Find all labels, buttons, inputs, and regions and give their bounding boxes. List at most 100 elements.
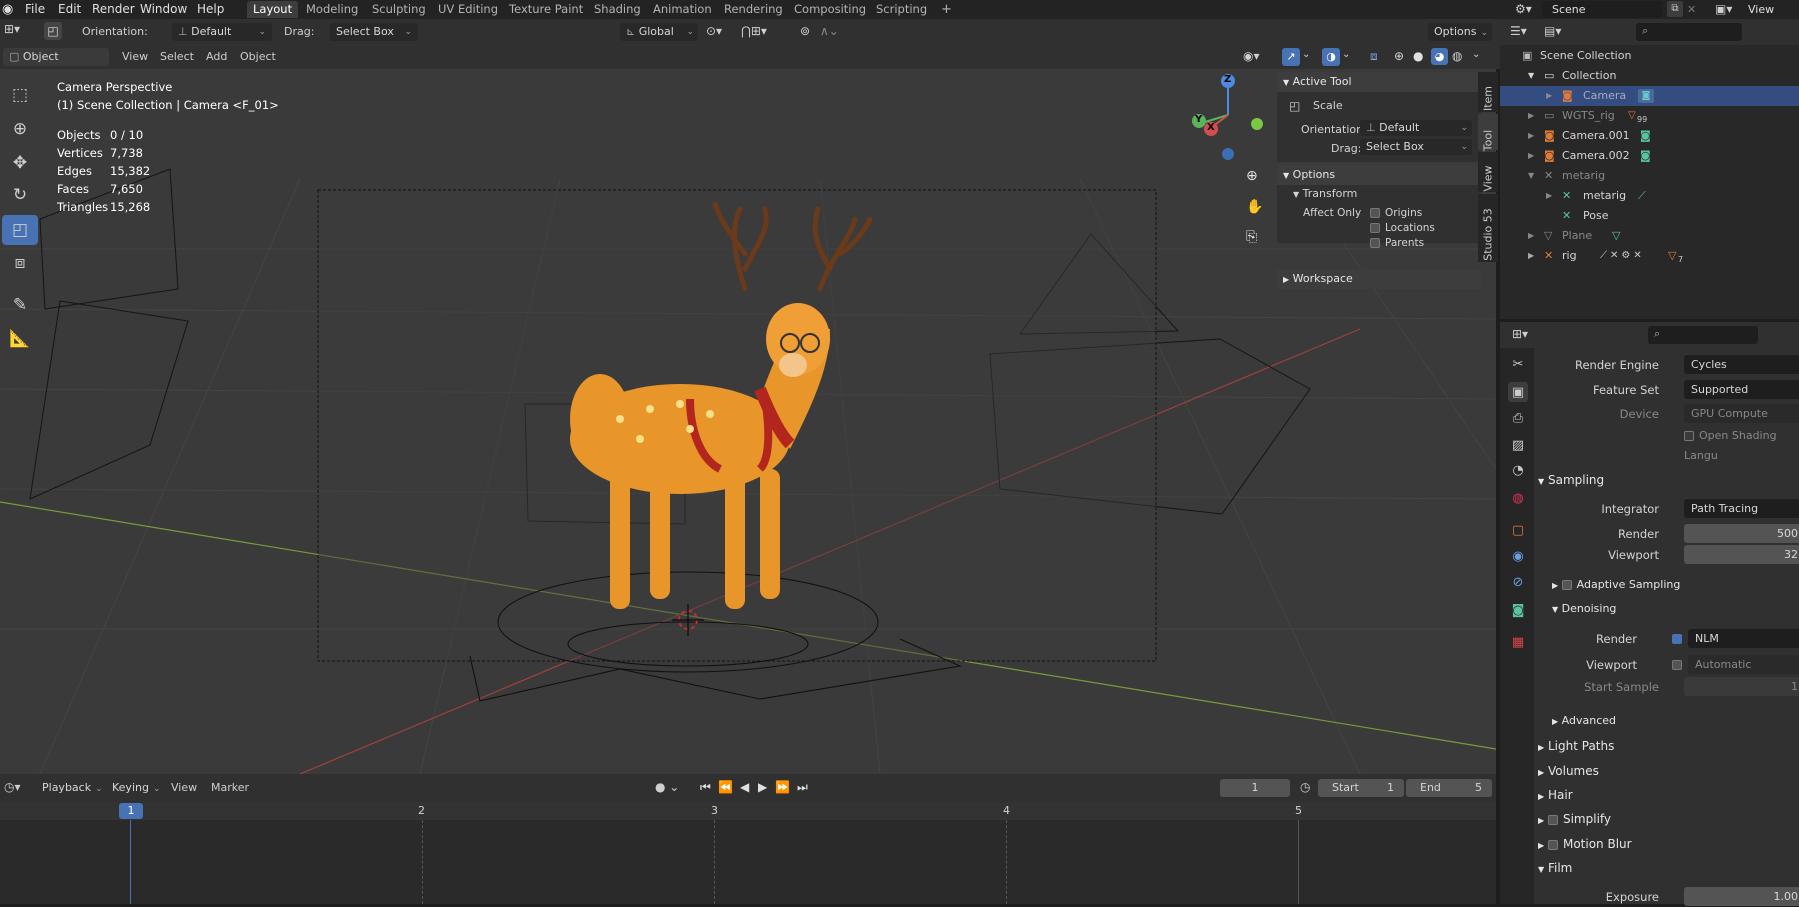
cursor-tool-icon[interactable]: ⊕: [2, 114, 38, 144]
menu-view[interactable]: View: [122, 48, 148, 66]
timeline-area[interactable]: 1 2 3 4 5: [0, 802, 1496, 904]
tab-animation[interactable]: Animation: [647, 1, 718, 18]
timeline-marker-menu[interactable]: Marker: [211, 779, 249, 797]
menu-object[interactable]: Object: [240, 48, 276, 66]
jump-end-icon[interactable]: ⏭: [797, 780, 808, 795]
osl-row[interactable]: Open Shading Langu: [1540, 426, 1799, 462]
list-item[interactable]: ▼ ✕ metarig: [1500, 166, 1799, 186]
record-icon[interactable]: ● ⌄: [655, 780, 679, 794]
prev-keyframe-icon[interactable]: ⏪: [718, 780, 733, 794]
list-item[interactable]: ▶ ◙ Camera.002 ◙: [1500, 146, 1799, 166]
output-props-icon[interactable]: ⎙: [1508, 408, 1528, 428]
tab-uv-editing[interactable]: UV Editing: [432, 1, 504, 18]
menu-select[interactable]: Select: [160, 48, 194, 66]
keying-menu[interactable]: Keying ⌄: [106, 779, 164, 797]
workspace-header[interactable]: ▶ Workspace: [1277, 269, 1481, 289]
pivot-point-icon[interactable]: ⊙▾: [706, 24, 722, 38]
film-header[interactable]: ▼ Film: [1538, 857, 1572, 879]
object-props-icon[interactable]: ▢: [1508, 520, 1528, 540]
tab-shading[interactable]: Shading: [588, 1, 647, 18]
gizmo-toggle-icon[interactable]: ↗: [1282, 48, 1300, 66]
overlay-dropdown-icon[interactable]: ⌄: [1342, 49, 1350, 60]
device-dropdown[interactable]: GPU Compute: [1684, 404, 1799, 423]
tab-tool[interactable]: Tool: [1478, 114, 1498, 151]
outliner-type-icon[interactable]: ☰▾: [1510, 24, 1527, 38]
denoise-render-dropdown[interactable]: NLM: [1688, 629, 1799, 648]
tab-texture-paint[interactable]: Texture Paint: [503, 1, 589, 18]
navigation-gizmo[interactable]: [1192, 74, 1263, 160]
view-layer-props-icon[interactable]: ▨: [1508, 435, 1528, 455]
motion-blur-header[interactable]: ▶ Motion Blur: [1538, 833, 1632, 855]
list-item[interactable]: ▶ ▽ Plane ▽: [1500, 226, 1799, 246]
editor-type-icon[interactable]: ⊞▾: [4, 22, 20, 36]
options-dropdown[interactable]: Options ⌄: [1428, 23, 1492, 41]
transform-orientation-dropdown[interactable]: ⊾ Global ⌄: [620, 23, 698, 41]
denoise-viewport-checkbox[interactable]: [1672, 660, 1682, 670]
volumes-header[interactable]: ▶ Volumes: [1538, 760, 1599, 782]
menu-render[interactable]: Render: [92, 1, 135, 18]
exposure-field[interactable]: 1.00: [1684, 887, 1799, 906]
origins-checkbox[interactable]: Origins: [1370, 207, 1422, 219]
transform-subheader[interactable]: ▼ Transform: [1293, 187, 1357, 200]
xray-icon[interactable]: ⧈: [1370, 49, 1378, 64]
menu-help[interactable]: Help: [197, 1, 224, 18]
scale-tool-icon[interactable]: ◰: [44, 22, 62, 40]
pan-hand-icon[interactable]: ✋: [1246, 199, 1263, 215]
timeline-ruler[interactable]: [0, 802, 1496, 820]
tab-modeling[interactable]: Modeling: [300, 1, 364, 18]
properties-search-field[interactable]: [1648, 326, 1758, 344]
wireframe-shading-icon[interactable]: ⊕: [1394, 49, 1404, 63]
np-drag-dropdown[interactable]: Select Box ⌄: [1360, 139, 1472, 155]
measure-tool-icon[interactable]: 📐: [2, 324, 38, 354]
rendered-shading-icon[interactable]: ◍: [1452, 49, 1462, 63]
menu-window[interactable]: Window: [140, 1, 187, 18]
3d-viewport[interactable]: Z Y X ⊕ ✋ ⎘ Camera Perspective (1) Scene…: [0, 69, 1496, 774]
move-tool-icon[interactable]: ✥: [2, 148, 38, 178]
tab-view[interactable]: View: [1478, 152, 1498, 192]
hair-header[interactable]: ▶ Hair: [1538, 784, 1573, 806]
advanced-header[interactable]: ▶ Advanced: [1552, 710, 1616, 732]
list-item[interactable]: ▣ Scene Collection: [1500, 46, 1799, 66]
tab-layout[interactable]: Layout: [247, 1, 299, 18]
texture-props-icon[interactable]: ▦: [1508, 632, 1528, 652]
annotate-tool-icon[interactable]: ✎: [2, 290, 38, 320]
list-item[interactable]: ✕ Pose: [1500, 206, 1799, 226]
snap-icon[interactable]: ⋂⊞▾: [741, 24, 767, 38]
options-header[interactable]: ▼ Options: [1277, 165, 1481, 185]
render-engine-dropdown[interactable]: Cycles: [1684, 355, 1799, 374]
play-icon[interactable]: ▶: [758, 780, 767, 794]
new-scene-icon[interactable]: ⧉: [1667, 1, 1683, 17]
rotate-tool-icon[interactable]: ↻: [2, 180, 38, 210]
light-paths-header[interactable]: ▶ Light Paths: [1538, 735, 1614, 757]
next-keyframe-icon[interactable]: ⏩: [775, 780, 790, 794]
remove-scene-icon[interactable]: ✕: [1687, 1, 1696, 18]
world-props-icon[interactable]: ◍: [1508, 488, 1528, 508]
denoise-viewport-dropdown[interactable]: Automatic: [1688, 655, 1799, 674]
drag-dropdown[interactable]: Select Box ⌄: [330, 23, 418, 41]
menu-add[interactable]: Add: [206, 48, 227, 66]
proportional-edit-icon[interactable]: ⊚: [800, 24, 810, 38]
end-frame-field[interactable]: End 5: [1406, 779, 1492, 797]
active-tool-header[interactable]: ▼ Active Tool: [1277, 72, 1481, 92]
adaptive-sampling-header[interactable]: ▶ Adaptive Sampling: [1552, 574, 1680, 596]
menu-file[interactable]: File: [25, 1, 45, 18]
tab-scripting[interactable]: Scripting: [870, 1, 933, 18]
scene-props-icon[interactable]: ◔: [1508, 460, 1528, 480]
add-workspace-icon[interactable]: +: [935, 1, 958, 18]
render-samples-field[interactable]: 500: [1684, 524, 1799, 543]
start-frame-field[interactable]: Start 1: [1318, 779, 1404, 797]
scene-selector-icon[interactable]: ⚙▾: [1515, 0, 1532, 19]
solid-shading-icon[interactable]: ●: [1413, 49, 1423, 63]
scale-tool-icon[interactable]: ◰: [2, 215, 38, 245]
feature-set-dropdown[interactable]: Supported: [1684, 380, 1799, 399]
orientation-dropdown[interactable]: ⊥ Default ⌄: [172, 23, 272, 41]
locations-checkbox[interactable]: Locations: [1370, 222, 1435, 234]
playhead-marker[interactable]: 1: [119, 803, 143, 819]
display-mode-icon[interactable]: ▤▾: [1544, 24, 1561, 38]
simplify-header[interactable]: ▶ Simplify: [1538, 808, 1611, 830]
play-reverse-icon[interactable]: ◀: [740, 780, 749, 794]
jump-start-icon[interactable]: ⏮: [700, 780, 711, 795]
physics-props-icon[interactable]: ◉: [1508, 546, 1528, 566]
current-frame-field[interactable]: 1: [1220, 779, 1290, 797]
menu-edit[interactable]: Edit: [58, 1, 81, 18]
